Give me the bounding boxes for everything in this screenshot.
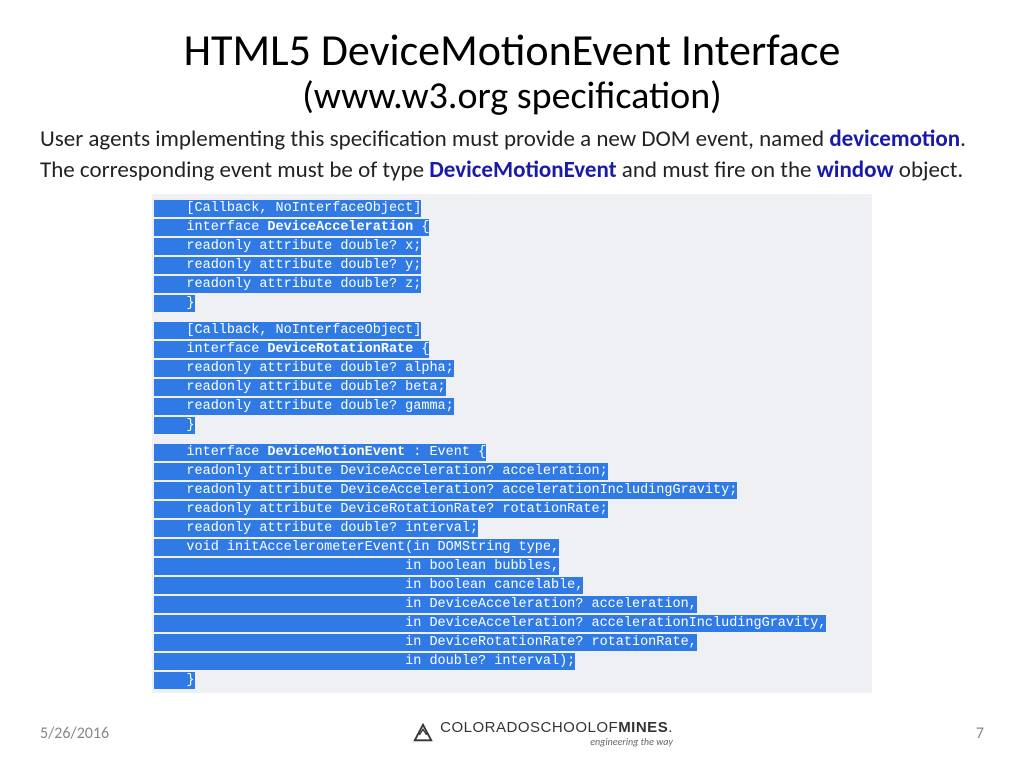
code-line: void initAccelerometerEvent(in DOMString…	[154, 539, 559, 556]
code-row: [Callback, NoInterfaceObject]	[154, 198, 870, 217]
code-row: in DeviceRotationRate? rotationRate,	[154, 632, 870, 651]
code-line: }	[154, 295, 195, 312]
code-gap	[154, 434, 870, 442]
code-line: in double? interval);	[154, 653, 575, 670]
code-line: readonly attribute double? interval;	[154, 520, 478, 537]
code-row: }	[154, 670, 870, 689]
code-row: readonly attribute double? interval;	[154, 518, 870, 537]
keyword-devicemotionevent: DeviceMotionEvent	[429, 156, 616, 184]
slide-body-text: User agents implementing this specificat…	[40, 124, 984, 186]
code-row: }	[154, 415, 870, 434]
code-gap	[154, 312, 870, 320]
code-line: }	[154, 417, 195, 434]
code-row: readonly attribute DeviceRotationRate? r…	[154, 499, 870, 518]
code-line: readonly attribute double? alpha;	[154, 360, 454, 377]
code-line: readonly attribute double? x;	[154, 238, 421, 255]
code-row: readonly attribute DeviceAcceleration? a…	[154, 461, 870, 480]
code-row: readonly attribute double? alpha;	[154, 358, 870, 377]
logo-part3: MINES	[618, 719, 668, 736]
code-bold: DeviceAcceleration	[267, 220, 413, 235]
code-line: in boolean cancelable,	[154, 577, 583, 594]
keyword-window: window	[817, 156, 894, 184]
code-bold: DeviceMotionEvent	[267, 445, 405, 460]
code-row: in boolean bubbles,	[154, 556, 870, 575]
triangle-icon	[412, 722, 434, 744]
code-line: readonly attribute double? gamma;	[154, 398, 454, 415]
slide-subtitle: (www.w3.org specification)	[40, 76, 984, 118]
code-line: readonly attribute DeviceAcceleration? a…	[154, 463, 608, 480]
code-row: readonly attribute double? y;	[154, 255, 870, 274]
code-row: readonly attribute double? z;	[154, 274, 870, 293]
body-segment: User agents implementing this specificat…	[40, 125, 829, 153]
code-line: [Callback, NoInterfaceObject]	[154, 200, 421, 217]
code-row: in boolean cancelable,	[154, 575, 870, 594]
slide-footer: 5/26/2016 COLORADOSCHOOLOFMINES. enginee…	[0, 718, 1024, 748]
slide-title: HTML5 DeviceMotionEvent Interface	[40, 26, 984, 74]
code-line: in DeviceAcceleration? accelerationInclu…	[154, 615, 826, 632]
code-row: readonly attribute double? x;	[154, 236, 870, 255]
code-row: in DeviceAcceleration? accelerationInclu…	[154, 613, 870, 632]
code-line: in boolean bubbles,	[154, 558, 559, 575]
code-line: interface DeviceAcceleration {	[154, 219, 429, 236]
body-segment: and must fire on the	[617, 156, 817, 184]
code-bold: DeviceRotationRate	[267, 342, 413, 357]
code-row: in DeviceAcceleration? acceleration,	[154, 594, 870, 613]
logo-part2: SCHOOLOF	[530, 719, 618, 736]
body-segment: object.	[894, 156, 964, 184]
code-line: readonly attribute DeviceAcceleration? a…	[154, 482, 737, 499]
footer-page-number: 7	[976, 724, 984, 743]
code-row: }	[154, 293, 870, 312]
code-row: void initAccelerometerEvent(in DOMString…	[154, 537, 870, 556]
code-row: readonly attribute DeviceAcceleration? a…	[154, 480, 870, 499]
logo-tagline: engineering the way	[440, 735, 673, 748]
keyword-devicemotion: devicemotion	[829, 125, 960, 153]
code-row: readonly attribute double? beta;	[154, 377, 870, 396]
code-row: interface DeviceRotationRate {	[154, 339, 870, 358]
code-line: in DeviceRotationRate? rotationRate,	[154, 634, 697, 651]
slide: HTML5 DeviceMotionEvent Interface (www.w…	[0, 0, 1024, 768]
code-line: interface DeviceMotionEvent : Event {	[154, 444, 486, 461]
code-line: readonly attribute double? beta;	[154, 379, 446, 396]
code-row: readonly attribute double? gamma;	[154, 396, 870, 415]
logo-part1: COLORADO	[440, 719, 530, 736]
footer-date: 5/26/2016	[40, 724, 109, 743]
code-row: [Callback, NoInterfaceObject]	[154, 320, 870, 339]
code-row: interface DeviceMotionEvent : Event {	[154, 442, 870, 461]
code-line: }	[154, 672, 195, 689]
code-line: readonly attribute double? z;	[154, 276, 421, 293]
code-line: [Callback, NoInterfaceObject]	[154, 322, 421, 339]
code-row: in double? interval);	[154, 651, 870, 670]
code-line: readonly attribute DeviceRotationRate? r…	[154, 501, 608, 518]
code-line: readonly attribute double? y;	[154, 257, 421, 274]
code-block: [Callback, NoInterfaceObject] interface …	[152, 194, 872, 693]
footer-logo: COLORADOSCHOOLOFMINES. engineering the w…	[412, 718, 673, 748]
code-line: interface DeviceRotationRate {	[154, 341, 429, 358]
logo-text: COLORADOSCHOOLOFMINES.	[440, 719, 673, 736]
code-line: in DeviceAcceleration? acceleration,	[154, 596, 697, 613]
code-row: interface DeviceAcceleration {	[154, 217, 870, 236]
